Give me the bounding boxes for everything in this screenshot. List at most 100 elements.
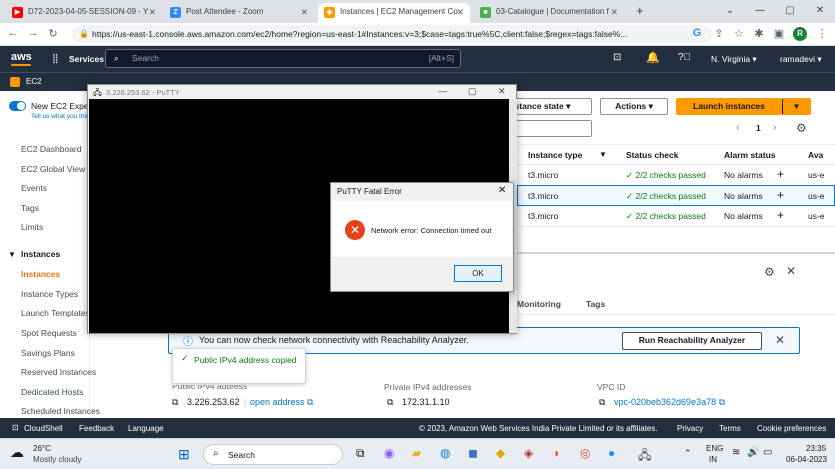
browser-tab-active[interactable]: ◆ Instances | EC2 Management Co ✕ xyxy=(318,3,470,23)
reload-icon[interactable]: ↻ xyxy=(46,27,60,40)
sidebar-item-ec2-dashboard[interactable]: EC2 Dashboard xyxy=(21,144,81,154)
launch-dropdown-button[interactable]: ▾ xyxy=(782,98,811,115)
google-icon[interactable]: G xyxy=(690,27,704,39)
add-alarm-icon[interactable]: + xyxy=(777,167,784,181)
sidebar-item-instances[interactable]: Instances xyxy=(21,269,60,279)
services-menu[interactable]: Services xyxy=(69,54,104,64)
dismiss-banner-icon[interactable]: ✕ xyxy=(775,333,785,347)
sidebar-section-instances[interactable]: Instances xyxy=(21,249,60,259)
feedback-link[interactable]: Feedback xyxy=(79,424,114,433)
weather-cloud-icon[interactable]: ☁ xyxy=(10,444,24,461)
close-tab-icon[interactable]: ✕ xyxy=(456,3,464,21)
open-address-link[interactable]: open address ⧉ xyxy=(250,397,313,408)
sidebar-item-reserved-instances[interactable]: Reserved Instances xyxy=(21,367,96,377)
browser-tab[interactable]: ■ 03-Catalogue | Documentation f ✕ xyxy=(474,3,624,23)
tray-chevron-icon[interactable]: ⌃ xyxy=(684,448,692,459)
bookmark-star-icon[interactable]: ☆ xyxy=(732,27,746,40)
taskbar-search[interactable]: ⌕ Search xyxy=(203,444,343,465)
sidebar-item-limits[interactable]: Limits xyxy=(21,222,43,232)
column-header-status-check[interactable]: Status check xyxy=(626,150,678,160)
weather-desc[interactable]: Mostly cloudy xyxy=(33,455,81,464)
caret-down-icon[interactable]: ▼ xyxy=(8,250,16,259)
app-icon[interactable]: ◆ xyxy=(496,446,505,460)
sidebar-item-savings-plans[interactable]: Savings Plans xyxy=(21,348,75,358)
back-icon[interactable]: ← xyxy=(6,27,20,39)
minimize-icon[interactable]: — xyxy=(438,86,447,96)
zoom-icon[interactable]: ● xyxy=(608,446,615,460)
share-icon[interactable]: ⇪ xyxy=(712,27,726,40)
actions-button[interactable]: Actions ▾ xyxy=(600,98,668,115)
windows-start-icon[interactable]: ⊞ xyxy=(178,446,190,463)
account-menu[interactable]: ramadevi ▾ xyxy=(780,54,822,65)
chrome-icon[interactable]: ◎ xyxy=(580,446,590,460)
sidebar-item-scheduled-instances[interactable]: Scheduled Instances xyxy=(21,406,100,416)
copy-icon[interactable]: ⧉ xyxy=(172,397,178,408)
privacy-link[interactable]: Privacy xyxy=(677,424,703,433)
cloudshell-icon[interactable]: ⊡ xyxy=(613,52,621,63)
sidepanel-icon[interactable]: ▣ xyxy=(772,27,786,40)
sidebar-item-tags[interactable]: Tags xyxy=(21,203,39,213)
file-explorer-icon[interactable]: ▰ xyxy=(412,446,421,460)
sidebar-item-instance-types[interactable]: Instance Types xyxy=(21,289,78,299)
sort-icon[interactable]: ▼ xyxy=(599,150,607,159)
mcafee-icon[interactable]: ◈ xyxy=(524,446,533,460)
aws-logo[interactable]: aws xyxy=(11,51,32,63)
sidebar-item-events[interactable]: Events xyxy=(21,183,47,193)
service-name[interactable]: EC2 xyxy=(26,77,42,86)
settings-gear-icon[interactable]: ⚙ xyxy=(796,121,807,135)
column-header-availability-zone[interactable]: Ava xyxy=(808,150,823,160)
preferences-gear-icon[interactable]: ⚙ xyxy=(764,265,775,279)
prev-page-icon[interactable]: ‹ xyxy=(736,122,740,134)
language-link[interactable]: Language xyxy=(128,424,164,433)
cookie-preferences-link[interactable]: Cookie preferences xyxy=(757,424,826,433)
tab-monitoring[interactable]: Monitoring xyxy=(517,299,561,309)
run-reachability-button[interactable]: Run Reachability Analyzer xyxy=(622,332,762,350)
teams-icon[interactable]: ◉ xyxy=(384,446,394,460)
clock-date[interactable]: 06-04-2023 xyxy=(786,455,827,464)
dropdown-icon[interactable]: ⌄ xyxy=(715,0,745,23)
sidebar-item-global-view[interactable]: EC2 Global View xyxy=(21,164,85,174)
copy-icon[interactable]: ⧉ xyxy=(387,397,393,408)
task-view-icon[interactable]: ⧉ xyxy=(356,446,365,461)
services-grid-icon[interactable]: ⣿ xyxy=(52,53,59,64)
close-tab-icon[interactable]: ✕ xyxy=(300,3,308,21)
minimize-icon[interactable]: — xyxy=(745,0,775,23)
cloudshell-link[interactable]: CloudShell xyxy=(24,424,63,433)
sidebar-item-launch-templates[interactable]: Launch Templates xyxy=(21,308,90,318)
browser-tab[interactable]: ▶ D72-2023-04-05-SESSION-09 - Y ✕ xyxy=(6,3,162,23)
terms-link[interactable]: Terms xyxy=(719,424,741,433)
forward-icon[interactable]: → xyxy=(26,27,40,39)
app-icon[interactable]: ◑ xyxy=(552,446,559,460)
store-icon[interactable]: ◼ xyxy=(468,446,478,460)
ok-button[interactable]: OK xyxy=(454,265,502,282)
new-tab-button[interactable]: + xyxy=(636,3,644,18)
notifications-bell-icon[interactable]: 🔔 xyxy=(646,51,660,64)
next-page-icon[interactable]: › xyxy=(773,122,777,134)
add-alarm-icon[interactable]: + xyxy=(777,188,784,202)
address-bar[interactable]: 🔒 https://us-east-1.console.aws.amazon.c… xyxy=(72,25,712,43)
edge-icon[interactable]: ◍ xyxy=(440,446,450,460)
battery-icon[interactable]: ▭ xyxy=(763,447,772,458)
column-header-alarm-status[interactable]: Alarm status xyxy=(724,150,776,160)
close-dialog-icon[interactable]: ✕ xyxy=(498,185,506,196)
extensions-icon[interactable]: ✱ xyxy=(752,27,766,40)
new-experience-toggle[interactable] xyxy=(9,101,26,111)
volume-icon[interactable]: 🔊 xyxy=(747,447,759,458)
add-alarm-icon[interactable]: + xyxy=(777,208,784,222)
feedback-link[interactable]: Tell us what you think xyxy=(31,113,93,120)
aws-search-input[interactable]: ⌕ Search [Alt+S] xyxy=(105,49,461,68)
close-window-icon[interactable]: ✕ xyxy=(805,0,835,23)
profile-avatar[interactable]: R xyxy=(793,27,807,41)
region-selector[interactable]: N. Virginia ▾ xyxy=(711,54,757,65)
close-panel-icon[interactable]: ✕ xyxy=(786,264,796,278)
weather-temp[interactable]: 26°C xyxy=(33,444,51,453)
close-window-icon[interactable]: ✕ xyxy=(498,86,506,97)
page-number[interactable]: 1 xyxy=(756,123,761,133)
close-tab-icon[interactable]: ✕ xyxy=(610,3,618,21)
wifi-icon[interactable]: ≋ xyxy=(732,447,740,458)
maximize-icon[interactable]: ▢ xyxy=(468,86,477,97)
maximize-icon[interactable]: ▢ xyxy=(775,0,805,23)
menu-icon[interactable]: ⋮ xyxy=(815,27,829,40)
vpc-id-link[interactable]: vpc-020beb362d69e3a78 ⧉ xyxy=(614,397,725,408)
sidebar-item-dedicated-hosts[interactable]: Dedicated Hosts xyxy=(21,387,83,397)
